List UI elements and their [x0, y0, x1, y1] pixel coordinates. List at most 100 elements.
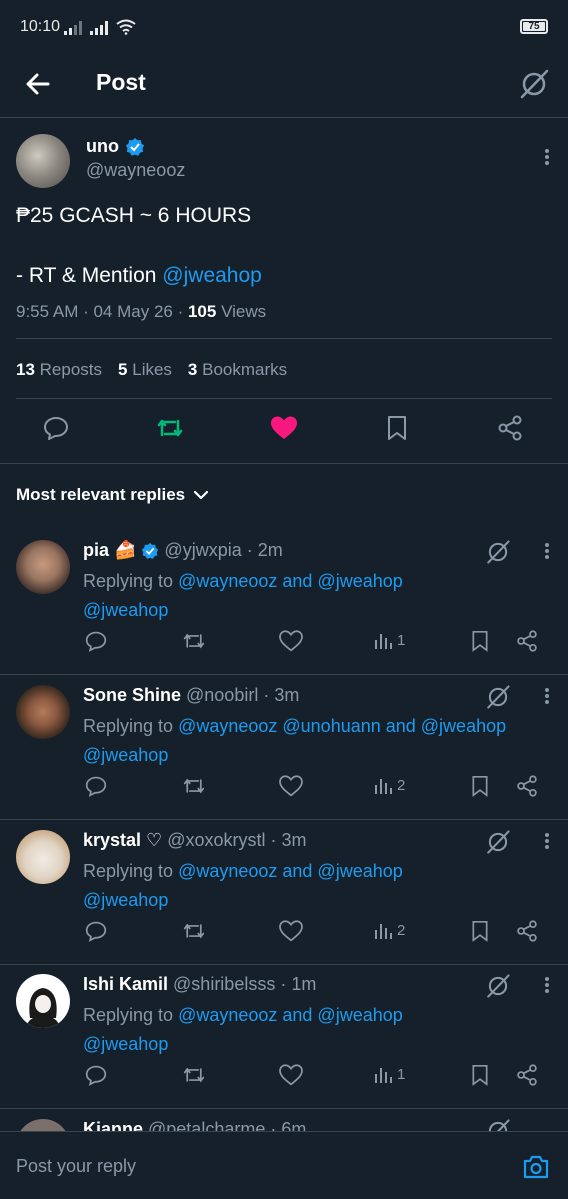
- signal-icons: [64, 19, 136, 35]
- reply-icon[interactable]: [85, 630, 107, 652]
- camera-icon[interactable]: [522, 1154, 550, 1180]
- repost-icon[interactable]: [182, 920, 206, 942]
- more-options-icon[interactable]: [544, 687, 550, 705]
- analytics-icon: [375, 1068, 392, 1083]
- grok-icon[interactable]: [485, 684, 511, 710]
- mention-link[interactable]: @jweahop: [83, 600, 168, 620]
- reply-handle[interactable]: @noobirl · 3m: [186, 685, 299, 706]
- avatar[interactable]: [16, 830, 70, 884]
- share-icon[interactable]: [516, 775, 538, 797]
- reply-item[interactable]: Kianne @petalcharme · 6m: [0, 1107, 568, 1131]
- reply-input[interactable]: Post your reply: [16, 1156, 136, 1177]
- reply-header: pia 🍰 @yjwxpia · 2m: [83, 540, 283, 561]
- views-count: 1: [397, 631, 406, 649]
- reply-context: Replying to @wayneooz @unohuann and @jwe…: [83, 712, 543, 770]
- reply-handle[interactable]: @petalcharme · 6m: [148, 1119, 306, 1131]
- reply-context: Replying to @wayneooz and @jweahop @jwea…: [83, 857, 543, 915]
- mention-link[interactable]: @jweahop: [83, 745, 168, 765]
- reply-author-name[interactable]: Ishi Kamil: [83, 974, 168, 995]
- share-icon[interactable]: [516, 920, 538, 942]
- wifi-icon: [116, 19, 136, 35]
- back-arrow-icon[interactable]: [24, 70, 52, 98]
- views-count: 2: [397, 776, 406, 794]
- more-options-icon[interactable]: [544, 148, 550, 166]
- reply-handle[interactable]: @shiribelsss · 1m: [173, 974, 316, 995]
- grok-icon[interactable]: [485, 1118, 511, 1131]
- avatar[interactable]: [16, 1119, 70, 1131]
- more-options-icon[interactable]: [544, 542, 550, 560]
- views-stat[interactable]: 2: [373, 920, 405, 940]
- avatar[interactable]: [16, 974, 70, 1028]
- reply-context: Replying to @wayneooz and @jweahop @jwea…: [83, 567, 543, 625]
- avatar[interactable]: [16, 685, 70, 739]
- reply-icon[interactable]: [85, 775, 107, 797]
- grok-icon[interactable]: [485, 973, 511, 999]
- avatar[interactable]: [16, 134, 70, 188]
- reply-icon[interactable]: [85, 1064, 107, 1086]
- bookmark-icon[interactable]: [385, 415, 409, 441]
- bookmark-icon[interactable]: [470, 630, 490, 652]
- share-icon[interactable]: [516, 630, 538, 652]
- reply-item[interactable]: Ishi Kamil @shiribelsss · 1m Replying to…: [0, 964, 568, 1109]
- author-handle[interactable]: @wayneooz: [86, 160, 185, 181]
- grok-icon[interactable]: [518, 68, 550, 100]
- post-text-line-2: - RT & Mention @jweahop: [16, 264, 262, 288]
- repost-icon[interactable]: [182, 775, 206, 797]
- reply-composer[interactable]: Post your reply: [0, 1131, 568, 1199]
- mention-link[interactable]: @jweahop: [83, 890, 168, 910]
- grok-icon[interactable]: [485, 539, 511, 565]
- views-stat[interactable]: 2: [373, 775, 405, 795]
- reply-author-name[interactable]: Kianne: [83, 1119, 143, 1131]
- reply-handle[interactable]: @yjwxpia · 2m: [164, 540, 282, 561]
- views-stat[interactable]: 1: [373, 630, 405, 650]
- reply-author-name[interactable]: krystal ♡: [83, 830, 162, 851]
- replying-to-label: Replying to: [83, 716, 179, 736]
- mention-link[interactable]: @wayneooz and @jweahop: [178, 1005, 403, 1025]
- mention-link[interactable]: @wayneooz and @jweahop: [178, 571, 403, 591]
- grok-icon[interactable]: [485, 829, 511, 855]
- mention-link[interactable]: @wayneooz and @jweahop: [178, 861, 403, 881]
- chevron-down-icon: [194, 490, 209, 500]
- mention-link[interactable]: @wayneooz @unohuann and @jweahop: [178, 716, 506, 736]
- bookmark-icon[interactable]: [470, 775, 490, 797]
- avatar[interactable]: [16, 540, 70, 594]
- like-icon[interactable]: [279, 775, 303, 797]
- share-icon[interactable]: [497, 415, 523, 441]
- reply-item[interactable]: pia 🍰 @yjwxpia · 2m Replying to @wayneoo…: [0, 530, 568, 675]
- reply-sort-dropdown[interactable]: Most relevant replies: [16, 485, 209, 505]
- reply-author-name[interactable]: pia 🍰: [83, 540, 136, 561]
- author-name[interactable]: uno: [86, 136, 145, 157]
- like-icon[interactable]: [270, 415, 298, 441]
- reply-item[interactable]: Sone Shine @noobirl · 3m Replying to @wa…: [0, 675, 568, 820]
- reply-handle[interactable]: @xoxokrystl · 3m: [167, 830, 306, 851]
- share-icon[interactable]: [516, 1064, 538, 1086]
- reply-icon[interactable]: [85, 920, 107, 942]
- like-icon[interactable]: [279, 630, 303, 652]
- reply-header: Kianne @petalcharme · 6m: [83, 1119, 306, 1131]
- repost-icon[interactable]: [156, 415, 184, 441]
- more-options-icon[interactable]: [544, 976, 550, 994]
- like-icon[interactable]: [279, 920, 303, 942]
- reposts-stat[interactable]: 13 Reposts: [16, 360, 102, 380]
- repost-icon[interactable]: [182, 1064, 206, 1086]
- more-options-icon[interactable]: [544, 832, 550, 850]
- divider: [0, 463, 568, 464]
- reply-author-name[interactable]: Sone Shine: [83, 685, 181, 706]
- bookmark-icon[interactable]: [470, 1064, 490, 1086]
- like-icon[interactable]: [279, 1064, 303, 1086]
- reply-action-bar: 1: [0, 630, 568, 654]
- mention-link[interactable]: @jweahop: [162, 264, 262, 287]
- bookmarks-stat[interactable]: 3 Bookmarks: [188, 360, 287, 380]
- reply-action-bar: 2: [0, 920, 568, 944]
- bookmarks-label: Bookmarks: [202, 360, 288, 379]
- bookmark-icon[interactable]: [470, 920, 490, 942]
- reply-icon[interactable]: [43, 415, 69, 441]
- likes-stat[interactable]: 5 Likes: [118, 360, 172, 380]
- reply-item[interactable]: krystal ♡ @xoxokrystl · 3m Replying to @…: [0, 820, 568, 965]
- views-stat[interactable]: 1: [373, 1064, 405, 1084]
- mention-link[interactable]: @jweahop: [83, 1034, 168, 1054]
- repost-icon[interactable]: [182, 630, 206, 652]
- sort-label: Most relevant replies: [16, 485, 186, 504]
- header: Post: [0, 56, 568, 118]
- views-count: 2: [397, 921, 406, 939]
